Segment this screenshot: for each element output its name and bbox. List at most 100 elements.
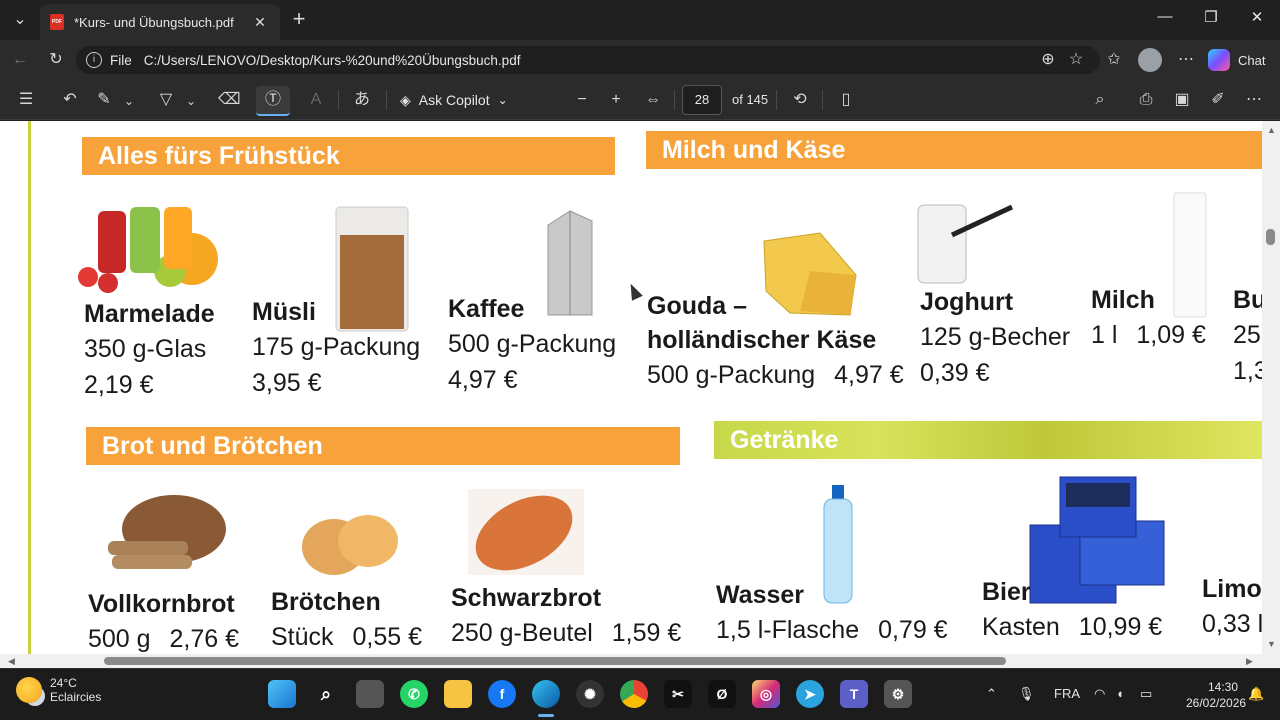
search-taskbar-icon[interactable]: ⌕ — [312, 680, 340, 708]
system-clock[interactable]: 14:30 26/02/2026 — [1186, 679, 1246, 711]
battery-icon[interactable]: ▭ — [1140, 686, 1152, 702]
product-size: 1 l — [1091, 321, 1118, 349]
page-number-input[interactable]: 28 — [682, 85, 722, 115]
vertical-scroll-thumb[interactable] — [1266, 229, 1275, 245]
product-size: 350 g-Glas — [84, 335, 207, 363]
horizontal-scroll-thumb[interactable] — [104, 657, 1006, 665]
product-size-price: Kasten 10,99 € — [982, 609, 1162, 645]
refresh-icon[interactable]: ↻ — [46, 50, 66, 70]
tab-close-icon[interactable]: ✕ — [250, 14, 270, 31]
zoom-out-icon[interactable]: − — [572, 90, 592, 110]
capcut-icon[interactable]: ✂ — [664, 680, 692, 708]
product-size: Kasten — [982, 613, 1060, 641]
windows-start-icon[interactable] — [268, 680, 296, 708]
save-icon[interactable]: ▣ — [1172, 90, 1192, 110]
volume-icon[interactable]: ◖ — [1116, 686, 1124, 701]
pdf-page-area[interactable]: Alles fürs Frühstück Milch und Käse Brot… — [0, 121, 1280, 654]
product-milch: Milch 1 l 1,09 € — [1091, 283, 1206, 353]
zoom-icon[interactable]: ⊕ — [1038, 50, 1058, 70]
product-name: Vollkornbrot — [88, 590, 235, 618]
translate-icon[interactable]: あ — [350, 90, 374, 110]
show-hidden-icons-chevron-icon[interactable]: ⌃ — [986, 686, 997, 702]
notification-bell-icon[interactable]: 🔔 — [1248, 686, 1264, 702]
read-aloud-icon[interactable]: A — [306, 90, 326, 110]
scroll-right-arrow-icon[interactable]: ▶ — [1246, 656, 1253, 667]
highlight-dropdown-icon[interactable]: ⌄ — [122, 91, 136, 111]
facebook-icon[interactable]: f — [488, 680, 516, 708]
copilot-logo-icon — [1208, 49, 1230, 71]
settings-gear-icon[interactable]: ⚙ — [884, 680, 912, 708]
copilot-chat-button[interactable]: Chat — [1208, 46, 1274, 74]
eraser-icon[interactable]: ⌫ — [218, 90, 241, 110]
product-broetchen: Brötchen Stück 0,55 € — [271, 585, 422, 654]
copilot-icon: ◈ — [400, 91, 411, 108]
broetchen-picture — [302, 515, 398, 575]
product-size: 125 g-Becher — [920, 323, 1071, 351]
product-size: 0,33 l — [1202, 610, 1262, 638]
product-size-price: 1,5 l-Flasche 0,79 € — [716, 612, 948, 648]
product-bier: Bier Kasten 10,99 € — [982, 575, 1162, 645]
favorite-star-icon[interactable]: ☆ — [1066, 50, 1086, 70]
print-icon[interactable]: ⎙ — [1136, 90, 1156, 110]
draw-icon[interactable]: ▽ — [156, 90, 176, 110]
product-price: 1,59 € — [611, 619, 682, 647]
favorites-icon[interactable]: ✩ — [1104, 50, 1124, 70]
product-gouda: Gouda – holländischer Käse 500 g-Packung… — [647, 289, 904, 393]
search-icon[interactable]: ⌕ — [1090, 90, 1110, 110]
product-price: 10,99 € — [1078, 613, 1163, 641]
product-muesli: Müsli 175 g-Packung 3,95 € — [252, 295, 420, 401]
task-view-icon[interactable] — [356, 680, 384, 708]
product-name: Brötchen — [271, 588, 381, 616]
chatgpt-icon[interactable]: ✺ — [576, 680, 604, 708]
minimize-icon[interactable]: — — [1150, 8, 1180, 25]
product-name-line2: holländischer Käse — [647, 326, 877, 354]
highlight-icon[interactable]: ✎ — [94, 90, 114, 110]
tab-list-chevron-icon[interactable]: ⌄ — [10, 10, 30, 30]
scroll-left-arrow-icon[interactable]: ◀ — [8, 656, 15, 667]
save-as-icon[interactable]: ✐ — [1208, 90, 1228, 110]
scroll-up-arrow-icon[interactable]: ▲ — [1267, 125, 1276, 135]
new-tab-icon[interactable]: + — [288, 8, 310, 30]
microphone-icon[interactable]: 🎙 — [1018, 686, 1035, 702]
product-size-price: 500 g-Packung 4,97 € — [647, 357, 904, 393]
whatsapp-icon[interactable]: ✆ — [400, 680, 428, 708]
back-icon[interactable]: ← — [10, 50, 30, 70]
scroll-down-arrow-icon[interactable]: ▼ — [1267, 639, 1276, 649]
restore-icon[interactable]: ❐ — [1196, 8, 1226, 26]
address-input[interactable]: i File C:/Users/LENOVO/Desktop/Kurs-%20u… — [76, 46, 1100, 74]
weather-widget[interactable]: 24°C Eclaircies — [16, 676, 101, 704]
ask-copilot-label: Ask Copilot — [418, 92, 490, 108]
vertical-scrollbar[interactable]: ▲ ▼ — [1262, 121, 1280, 654]
fit-width-icon[interactable]: ⇔ — [642, 90, 664, 110]
draw-dropdown-icon[interactable]: ⌄ — [184, 91, 198, 111]
notion-icon[interactable]: Ø — [708, 680, 736, 708]
rotate-icon[interactable]: ⟲ — [790, 90, 810, 110]
telegram-icon[interactable]: ➤ — [796, 680, 824, 708]
undo-icon[interactable]: ↶ — [60, 90, 80, 110]
language-indicator[interactable]: FRA — [1054, 686, 1080, 701]
product-size: 175 g-Packung — [252, 333, 421, 361]
more-menu-icon[interactable]: ⋯ — [1176, 50, 1196, 70]
wifi-icon[interactable]: ◠ — [1094, 686, 1105, 702]
info-icon[interactable]: i — [86, 52, 102, 68]
schwarzbrot-picture — [468, 489, 584, 575]
edge-icon[interactable] — [532, 680, 560, 708]
product-size: 1,5 l-Flasche — [716, 616, 860, 644]
product-butter-partial: Bu 25 1,3 — [1233, 283, 1262, 389]
close-window-icon[interactable]: ✕ — [1242, 8, 1272, 26]
ask-copilot-button[interactable]: ◈ Ask Copilot ⌄ — [400, 88, 508, 112]
zoom-in-icon[interactable]: + — [606, 90, 626, 110]
contents-icon[interactable]: ☰ — [16, 90, 36, 110]
pdf-more-icon[interactable]: ⋯ — [1244, 90, 1264, 110]
horizontal-scrollbar[interactable]: ◀ ▶ — [0, 654, 1280, 668]
tab-pdf[interactable]: PDF *Kurs- und Übungsbuch.pdf ✕ — [40, 4, 280, 40]
file-explorer-icon[interactable] — [444, 680, 472, 708]
chrome-icon[interactable] — [620, 680, 648, 708]
profile-avatar-icon[interactable] — [1138, 48, 1162, 72]
teams-icon[interactable]: T — [840, 680, 868, 708]
tab-title: *Kurs- und Übungsbuch.pdf — [74, 14, 234, 30]
page-view-icon[interactable]: ▯ — [836, 90, 856, 110]
instagram-icon[interactable]: ◎ — [752, 680, 780, 708]
product-price: 2,76 € — [169, 625, 240, 653]
product-name: Schwarzbrot — [451, 584, 602, 612]
